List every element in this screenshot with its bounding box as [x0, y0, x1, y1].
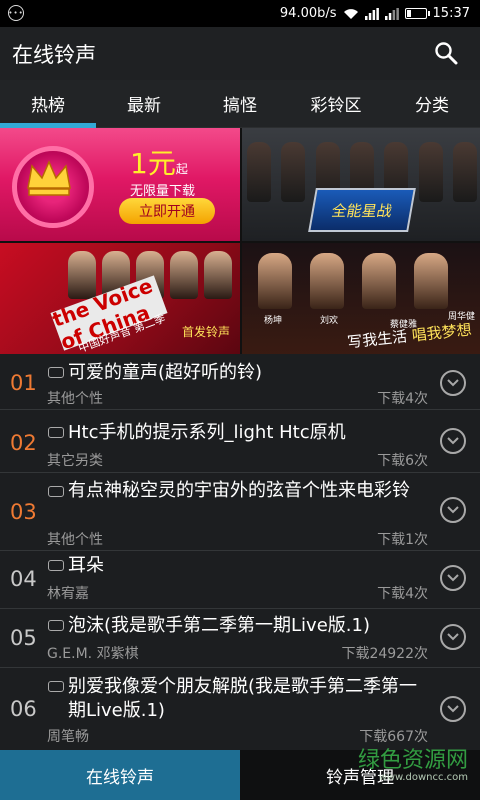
list-item[interactable]: 05 泡沫(我是歌手第二季第一期Live版.1) G.E.M. 邓紫棋 下载24… [0, 609, 480, 668]
ringtone-icon [48, 486, 64, 497]
page-title: 在线铃声 [12, 43, 96, 67]
rank-number: 06 [10, 697, 37, 721]
network-speed: 94.00b/s [279, 6, 337, 21]
bottom-tab-online[interactable]: 在线铃声 [0, 750, 240, 800]
signal-icon-2 [384, 7, 399, 20]
crown-icon [27, 160, 71, 196]
promo-price: 1元起 [130, 147, 188, 180]
search-icon[interactable] [434, 41, 458, 65]
status-bar: ••• 94.00b/s 15:37 [0, 0, 480, 27]
song-artist: 林宥嘉 [47, 586, 89, 602]
ringtone-list: 01 可爱的童声(超好听的铃) 其他个性 下载4次 02 Htc手机的提示系列_… [0, 354, 480, 750]
notification-icon: ••• [8, 5, 24, 21]
banner-sing-my-song[interactable]: 蔡健雅 周华健 杨坤 刘欢 写我生活 唱我梦想 [242, 243, 480, 356]
wifi-icon [343, 8, 358, 19]
category-tabs: 热榜 最新 搞怪 彩铃区 分类 [0, 80, 480, 128]
song-artist: 其他个性 [47, 391, 103, 407]
watermark: 绿色资源网 www.downcc.com [357, 748, 468, 783]
mentors-photo [258, 253, 448, 309]
song-artist: G.E.M. 邓紫棋 [47, 646, 139, 662]
promo-subline: 无限量下载 [130, 184, 196, 199]
allstar-logo: 全能星战 [308, 188, 416, 232]
ringtone-icon [48, 620, 64, 631]
expand-icon[interactable] [440, 696, 466, 722]
expand-icon[interactable] [440, 497, 466, 523]
download-count: 下载4次 [377, 391, 428, 407]
expand-icon[interactable] [440, 565, 466, 591]
rank-number: 02 [10, 431, 37, 455]
download-count: 下载6次 [377, 453, 428, 469]
expand-icon[interactable] [440, 428, 466, 454]
download-count: 下载24922次 [341, 646, 428, 662]
banner-allstar[interactable]: 全能星战 [242, 128, 480, 241]
list-item[interactable]: 04 耳朵 林宥嘉 下载4次 [0, 551, 480, 609]
song-artist: 其他个性 [47, 532, 103, 548]
open-now-button[interactable]: 立即开通 [119, 198, 215, 224]
tab-latest[interactable]: 最新 [96, 80, 192, 127]
song-title: Htc手机的提示系列_light Htc原机 [68, 422, 346, 443]
list-item[interactable]: 06 别爱我像爱个朋友解脱(我是歌手第二季第一期Live版.1) 周笔畅 下载6… [0, 668, 480, 750]
list-item[interactable]: 01 可爱的童声(超好听的铃) 其他个性 下载4次 [0, 354, 480, 410]
banner-grid: 1元起 无限量下载 立即开通 全能星战 the Voice of China 中… [0, 128, 480, 356]
ringtone-icon [48, 367, 64, 378]
battery-icon [404, 8, 430, 19]
song-title: 泡沫(我是歌手第二季第一期Live版.1) [68, 615, 370, 636]
song-title: 耳朵 [68, 555, 104, 576]
song-title: 有点神秘空灵的宇宙外的弦音个性来电彩铃 [68, 480, 410, 501]
mentor-name: 杨坤 [264, 316, 283, 326]
tab-crbt[interactable]: 彩铃区 [288, 80, 384, 127]
rank-number: 04 [10, 567, 37, 591]
ringtone-icon [48, 427, 64, 438]
app-header: 在线铃声 [0, 27, 480, 80]
app-root: ••• 94.00b/s 15:37 在线铃声 热榜 最新 搞怪 彩铃区 分类 [0, 0, 480, 800]
song-artist: 其它另类 [47, 453, 103, 469]
list-item[interactable]: 03 有点神秘空灵的宇宙外的弦音个性来电彩铃 其他个性 下载1次 [0, 473, 480, 551]
tab-funny[interactable]: 搞怪 [192, 80, 288, 127]
tab-category[interactable]: 分类 [384, 80, 480, 127]
ringtone-icon [48, 560, 64, 571]
tab-hot[interactable]: 热榜 [0, 80, 96, 128]
mentor-name: 刘欢 [320, 316, 339, 326]
song-title: 别爱我像爱个朋友解脱(我是歌手第二季第一期Live版.1) [68, 676, 418, 721]
rank-number: 03 [10, 500, 37, 524]
expand-icon[interactable] [440, 624, 466, 650]
song-title: 可爱的童声(超好听的铃) [68, 362, 263, 383]
list-item[interactable]: 02 Htc手机的提示系列_light Htc原机 其它另类 下载6次 [0, 410, 480, 473]
signal-icon [364, 7, 379, 20]
first-release-tag: 首发铃声 [181, 325, 230, 339]
download-count: 下载1次 [377, 532, 428, 548]
rank-number: 05 [10, 626, 37, 650]
banner-vip-promo[interactable]: 1元起 无限量下载 立即开通 [0, 128, 240, 241]
rank-number: 01 [10, 371, 37, 395]
song-artist: 周笔畅 [47, 729, 89, 745]
clock: 15:37 [432, 6, 470, 21]
download-count: 下载4次 [377, 586, 428, 602]
ringtone-icon [48, 681, 64, 692]
banner-voice-of-china[interactable]: the Voice of China 中国好声音 第二季 首发铃声 [0, 243, 240, 356]
expand-icon[interactable] [440, 370, 466, 396]
